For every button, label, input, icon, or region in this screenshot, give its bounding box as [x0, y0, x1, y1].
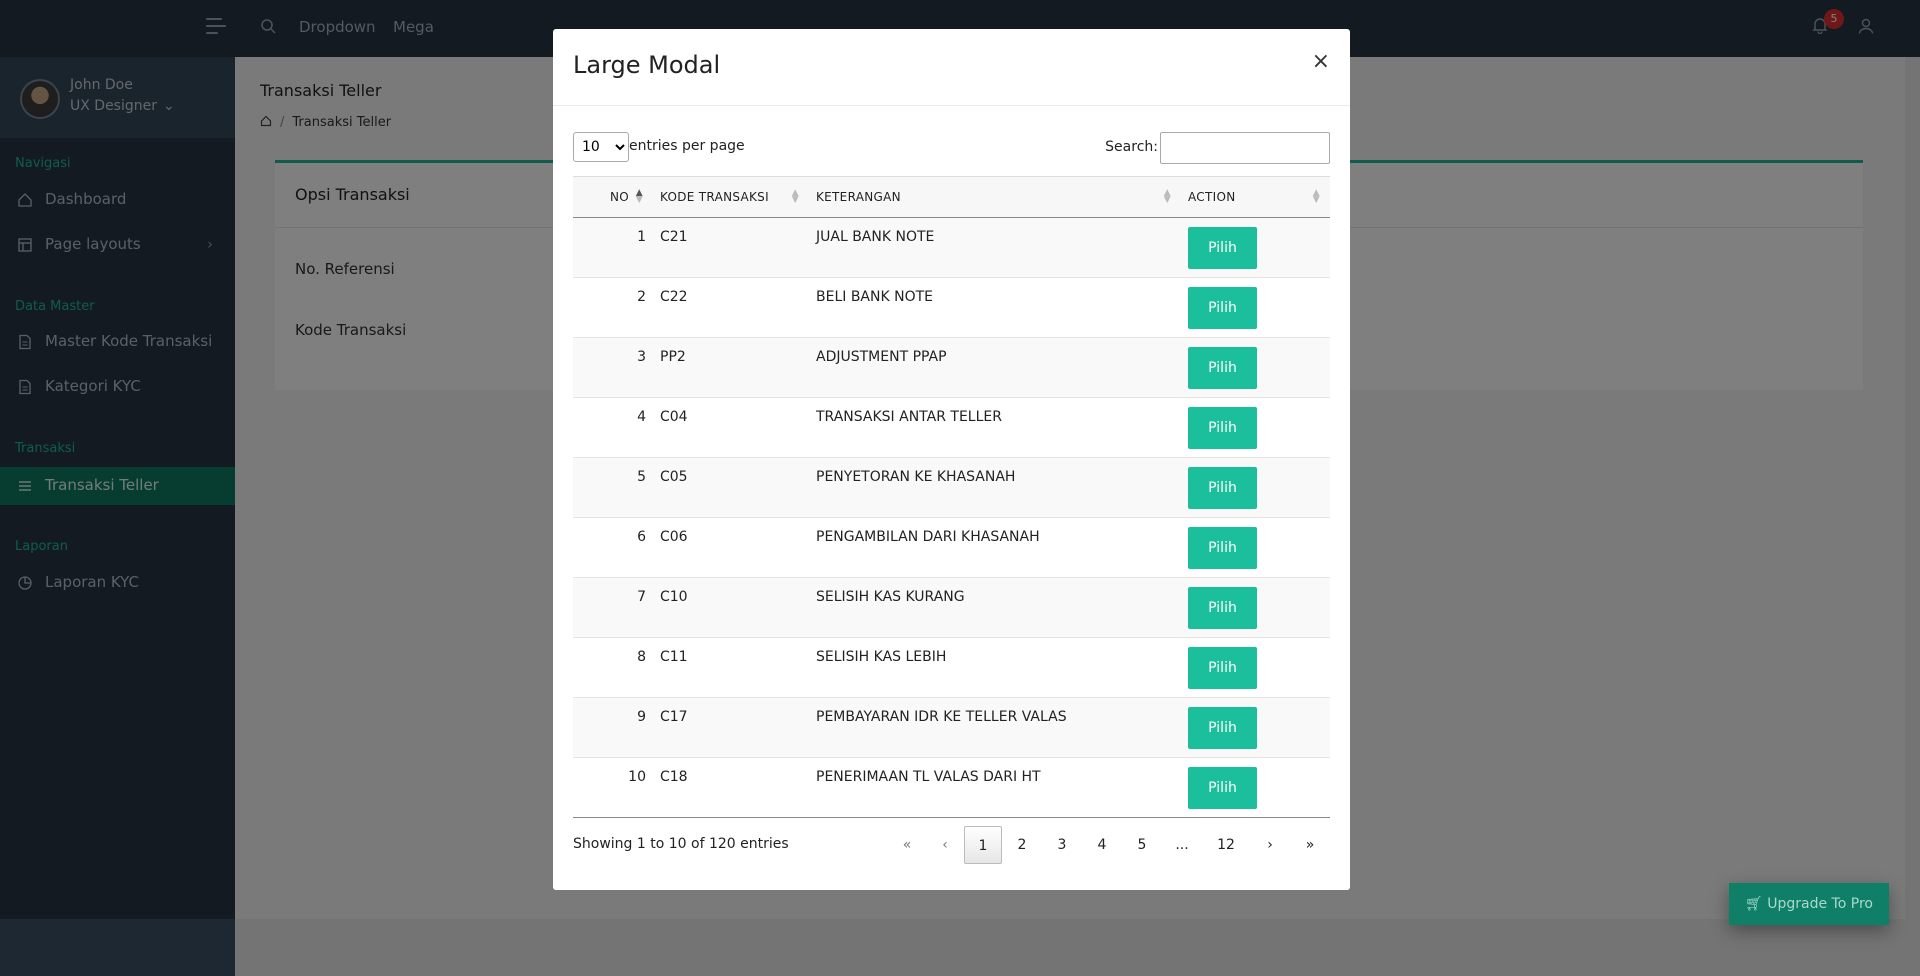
table-row: 6 C06 PENGAMBILAN DARI KHASANAH Pilih	[573, 517, 1330, 578]
table-info: Showing 1 to 10 of 120 entries	[573, 836, 789, 852]
table-row: 2 C22 BELI BANK NOTE Pilih	[573, 277, 1330, 338]
cell-keterangan: ADJUSTMENT PPAP	[809, 337, 1181, 398]
pilih-button[interactable]: Pilih	[1188, 407, 1257, 449]
search-input[interactable]	[1160, 132, 1330, 164]
pilih-button[interactable]: Pilih	[1188, 527, 1257, 569]
cell-action: Pilih	[1181, 457, 1330, 518]
modal-header: Large Modal ×	[553, 29, 1350, 106]
cell-action: Pilih	[1181, 517, 1330, 578]
modal-title: Large Modal	[573, 51, 721, 79]
sort-icon: ▲ ▼	[791, 188, 799, 205]
pagination: « ‹ 1 2 3 4 5 ... 12 › »	[888, 826, 1330, 864]
cell-keterangan: PENGAMBILAN DARI KHASANAH	[809, 517, 1181, 578]
pilih-button[interactable]: Pilih	[1188, 467, 1257, 509]
pagination-page[interactable]: 5	[1122, 826, 1162, 864]
cell-keterangan: PENERIMAAN TL VALAS DARI HT	[809, 757, 1181, 818]
table-row: 9 C17 PEMBAYARAN IDR KE TELLER VALAS Pilih	[573, 697, 1330, 758]
column-header-action[interactable]: ACTION ▲ ▼	[1181, 176, 1330, 218]
pilih-button[interactable]: Pilih	[1188, 647, 1257, 689]
pilih-button[interactable]: Pilih	[1188, 287, 1257, 329]
pagination-ellipsis: ...	[1175, 837, 1189, 853]
column-header-label: KODE TRANSAKSI	[660, 190, 769, 204]
cell-action: Pilih	[1181, 217, 1330, 278]
column-header-kode[interactable]: KODE TRANSAKSI ▲ ▼	[653, 176, 809, 218]
upgrade-button[interactable]: 🛒︎ Upgrade To Pro	[1729, 883, 1889, 925]
pagination-page[interactable]: 4	[1082, 826, 1122, 864]
cell-keterangan: SELISIH KAS KURANG	[809, 577, 1181, 638]
cell-no: 2	[573, 277, 653, 338]
close-icon[interactable]: ×	[1312, 49, 1330, 74]
pagination-first[interactable]: «	[888, 826, 926, 864]
pilih-button[interactable]: Pilih	[1188, 347, 1257, 389]
pagination-page[interactable]: 2	[1002, 826, 1042, 864]
pilih-button[interactable]: Pilih	[1188, 707, 1257, 749]
pagination-last[interactable]: »	[1290, 826, 1330, 864]
cell-kode: C04	[653, 397, 809, 458]
cell-kode: C21	[653, 217, 809, 278]
cell-no: 6	[573, 517, 653, 578]
cell-keterangan: PENYETORAN KE KHASANAH	[809, 457, 1181, 518]
table-row: 7 C10 SELISIH KAS KURANG Pilih	[573, 577, 1330, 638]
cell-action: Pilih	[1181, 337, 1330, 398]
pilih-button[interactable]: Pilih	[1188, 587, 1257, 629]
cell-kode: C18	[653, 757, 809, 818]
cell-kode: C05	[653, 457, 809, 518]
cell-no: 9	[573, 697, 653, 758]
table-row: 8 C11 SELISIH KAS LEBIH Pilih	[573, 637, 1330, 698]
cell-no: 3	[573, 337, 653, 398]
entries-per-page-label: entries per page	[629, 138, 745, 154]
cell-kode: C11	[653, 637, 809, 698]
large-modal: Large Modal × 10 entries per page Search…	[553, 29, 1350, 890]
cell-action: Pilih	[1181, 397, 1330, 458]
cell-keterangan: PEMBAYARAN IDR KE TELLER VALAS	[809, 697, 1181, 758]
cell-action: Pilih	[1181, 697, 1330, 758]
cell-action: Pilih	[1181, 577, 1330, 638]
cell-no: 4	[573, 397, 653, 458]
search-label: Search:	[1105, 139, 1158, 155]
pagination-page[interactable]: 3	[1042, 826, 1082, 864]
cell-keterangan: TRANSAKSI ANTAR TELLER	[809, 397, 1181, 458]
sort-icon: ▲ ▼	[1312, 188, 1320, 205]
cell-keterangan: BELI BANK NOTE	[809, 277, 1181, 338]
entries-per-page-select[interactable]: 10	[573, 132, 629, 162]
cell-keterangan: JUAL BANK NOTE	[809, 217, 1181, 278]
cell-no: 7	[573, 577, 653, 638]
cell-no: 1	[573, 217, 653, 278]
cell-no: 8	[573, 637, 653, 698]
pilih-button[interactable]: Pilih	[1188, 767, 1257, 809]
cell-action: Pilih	[1181, 637, 1330, 698]
cart-icon: 🛒︎	[1745, 896, 1763, 912]
column-header-no[interactable]: NO ▲ ▼	[573, 176, 653, 218]
table-row: 3 PP2 ADJUSTMENT PPAP Pilih	[573, 337, 1330, 398]
sort-icon: ▲ ▼	[1163, 188, 1171, 205]
entries-length-control: 10 entries per page	[573, 132, 745, 162]
cell-keterangan: SELISIH KAS LEBIH	[809, 637, 1181, 698]
pagination-page-current[interactable]: 1	[964, 826, 1002, 864]
table-row: 5 C05 PENYETORAN KE KHASANAH Pilih	[573, 457, 1330, 518]
cell-kode: C22	[653, 277, 809, 338]
pagination-prev[interactable]: ‹	[926, 826, 964, 864]
pagination-page-last[interactable]: 12	[1202, 826, 1250, 864]
cell-kode: C06	[653, 517, 809, 578]
table-row: 10 C18 PENERIMAAN TL VALAS DARI HT Pilih	[573, 757, 1330, 818]
column-header-label: KETERANGAN	[816, 190, 901, 204]
table-row: 4 C04 TRANSAKSI ANTAR TELLER Pilih	[573, 397, 1330, 458]
cell-no: 10	[573, 757, 653, 818]
column-header-keterangan[interactable]: KETERANGAN ▲ ▼	[809, 176, 1181, 218]
table-row: 1 C21 JUAL BANK NOTE Pilih	[573, 217, 1330, 278]
upgrade-label: Upgrade To Pro	[1767, 896, 1873, 912]
column-header-label: NO	[609, 190, 629, 204]
cell-action: Pilih	[1181, 757, 1330, 818]
cell-action: Pilih	[1181, 277, 1330, 338]
table-search: Search:	[1105, 132, 1330, 164]
cell-kode: C17	[653, 697, 809, 758]
pilih-button[interactable]: Pilih	[1188, 227, 1257, 269]
column-header-label: ACTION	[1188, 190, 1236, 204]
cell-no: 5	[573, 457, 653, 518]
pagination-next[interactable]: ›	[1250, 826, 1290, 864]
kode-transaksi-table: NO ▲ ▼ KODE TRANSAKSI ▲ ▼ KETERANGAN ▲ ▼ ACTIO…	[573, 176, 1330, 818]
cell-kode: PP2	[653, 337, 809, 398]
cell-kode: C10	[653, 577, 809, 638]
sort-ascending-icon: ▲ ▼	[635, 188, 643, 205]
